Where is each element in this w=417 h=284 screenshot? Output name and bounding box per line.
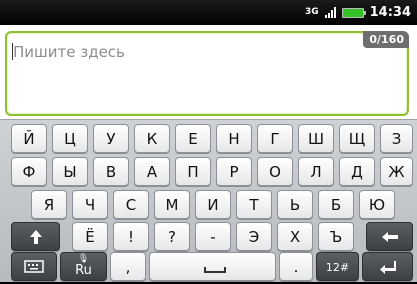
key-letter[interactable]: В	[93, 157, 129, 186]
keyboard-row-5: 🎙 Ru , . 12#	[0, 252, 417, 283]
key-letter[interactable]: Д	[339, 157, 375, 186]
key-letter[interactable]: Н	[216, 124, 252, 153]
key-letter[interactable]: Р	[216, 157, 252, 186]
message-text-field[interactable]: Пишите здесь 0/160	[5, 31, 409, 116]
signal-strength-icon	[324, 7, 336, 18]
key-letter[interactable]: Ь	[277, 190, 313, 219]
key-letter[interactable]: Б	[318, 190, 354, 219]
key-letter[interactable]: Е	[175, 124, 211, 153]
key-letter[interactable]: Ч	[72, 190, 108, 219]
language-label: Ru	[75, 263, 92, 278]
key-letter[interactable]: С	[113, 190, 149, 219]
key-letter[interactable]: Я	[31, 190, 67, 219]
keyboard-row-3: Я Ч С М И Т Ь Б Ю	[0, 190, 417, 221]
keyboard-settings-key[interactable]	[11, 252, 57, 281]
backspace-key[interactable]	[366, 222, 413, 251]
key-letter[interactable]: Г	[257, 124, 293, 153]
enter-icon	[379, 261, 396, 274]
compose-area: Пишите здесь 0/160	[0, 25, 417, 119]
network-type-indicator: 3G	[304, 7, 319, 17]
status-bar: 3G 14:34	[0, 0, 417, 25]
key-letter[interactable]: У	[93, 124, 129, 153]
onscreen-keyboard: Й Ц У К Е Н Г Ш Щ З Ф Ы В А П Р О Л Д Ж …	[0, 119, 417, 282]
message-placeholder: Пишите здесь	[13, 43, 125, 61]
key-symbol[interactable]: !	[113, 222, 149, 251]
key-symbol[interactable]: Х	[277, 222, 313, 251]
key-letter[interactable]: И	[195, 190, 231, 219]
key-letter[interactable]: Л	[298, 157, 334, 186]
enter-key[interactable]	[362, 252, 413, 281]
key-letter[interactable]: П	[175, 157, 211, 186]
language-switch-key[interactable]: 🎙 Ru	[60, 252, 107, 281]
key-letter[interactable]: Ю	[359, 190, 395, 219]
key-symbol[interactable]: -	[195, 222, 231, 251]
key-letter[interactable]: Ы	[52, 157, 88, 186]
key-symbol[interactable]: Ъ	[318, 222, 354, 251]
key-letter[interactable]: Ж	[380, 157, 413, 186]
key-symbol[interactable]: ?	[154, 222, 190, 251]
comma-key[interactable]: ,	[110, 252, 146, 281]
period-key[interactable]: .	[279, 252, 313, 281]
key-letter[interactable]: Ц	[52, 124, 88, 153]
status-indicators: 3G 14:34	[305, 0, 411, 25]
key-letter[interactable]: Й	[11, 124, 47, 153]
key-letter[interactable]: О	[257, 157, 293, 186]
keyboard-row-2: Ф Ы В А П Р О Л Д Ж	[0, 157, 417, 188]
key-symbol[interactable]: Э	[236, 222, 272, 251]
keyboard-row-4: Ё ! ? - Э Х Ъ	[0, 222, 417, 253]
key-letter[interactable]: Ф	[11, 157, 47, 186]
key-letter[interactable]: М	[154, 190, 190, 219]
key-symbol[interactable]: Ё	[72, 222, 108, 251]
arrow-up-icon	[29, 230, 42, 244]
character-counter: 0/160	[363, 31, 409, 48]
arrow-left-icon	[381, 232, 398, 242]
keyboard-icon	[24, 260, 44, 273]
key-letter[interactable]: Ш	[298, 124, 334, 153]
space-key[interactable]	[149, 252, 276, 281]
keyboard-row-1: Й Ц У К Е Н Г Ш Щ З	[0, 124, 417, 155]
shift-key[interactable]	[11, 222, 60, 251]
key-letter[interactable]: З	[380, 124, 413, 153]
key-letter[interactable]: Щ	[339, 124, 375, 153]
key-letter[interactable]: А	[134, 157, 170, 186]
key-letter[interactable]: К	[134, 124, 170, 153]
battery-icon	[341, 7, 366, 18]
key-letter[interactable]: Т	[236, 190, 272, 219]
symbols-key[interactable]: 12#	[316, 252, 359, 281]
status-clock: 14:34	[369, 5, 411, 20]
space-icon	[203, 267, 226, 273]
